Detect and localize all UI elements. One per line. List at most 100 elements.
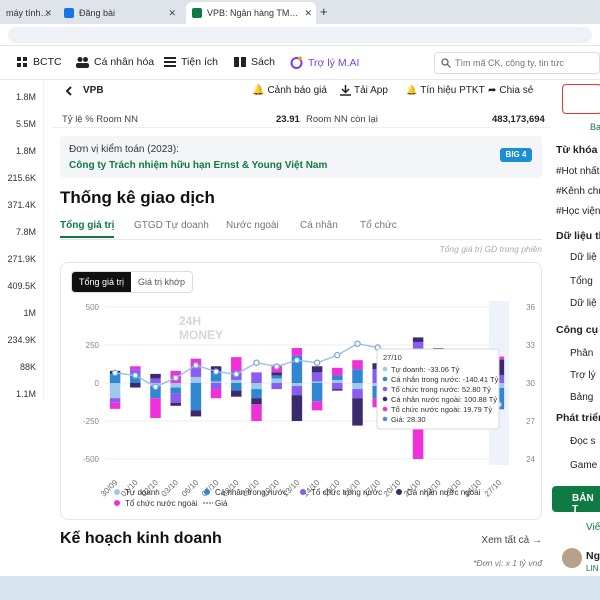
bar-segment [130,383,141,388]
bar-segment [311,401,323,411]
button-label: Tải App [354,85,388,96]
tab-label: Đăng bài [79,8,116,18]
volume-value: 1.1M [15,389,36,399]
foreign-room-row: Tỷ lệ % Room NN 23.91 Room NN còn lại 48… [52,110,550,128]
tooltip-line: Tự doanh: -33.06 Tỷ [391,365,460,374]
bar-segment [271,372,282,376]
legend-swatch [396,489,402,495]
tab-individual[interactable]: Cá nhân [300,220,338,231]
watermark-top: 24H [179,314,201,328]
rc-link[interactable]: Game [570,460,597,471]
see-all-link[interactable]: Xem tất cả → [481,535,542,546]
book-icon [234,57,246,67]
bar-segment [352,369,363,383]
bar-segment [412,425,424,459]
bar-segment [170,383,181,388]
bottom-strip [0,576,600,600]
rc-link[interactable]: Dữ liệ [570,298,597,309]
nav-label: Tiện ích [181,56,218,68]
bar-segment [332,389,343,391]
search-box[interactable] [434,52,600,74]
room-value: 23.91 [276,114,300,125]
legend-label: Tổ chức trong nước [311,488,382,497]
nav-utilities[interactable]: Tiện ích [164,56,218,68]
bar-segment [332,383,343,390]
trade-subtabs: Tổng giá trị GTGD Tự doanh Nước ngoài Cá… [60,218,542,240]
bar-segment [190,376,202,383]
price-alert-button[interactable]: 🔔 Cảnh báo giá [252,85,327,96]
bar-segment [210,381,222,383]
back-button[interactable]: VPB [64,85,104,96]
technical-signal-button[interactable]: 🔔 Tín hiệu PTKT [406,85,485,96]
nav-ai-assistant[interactable]: Trợ lý M.AI [290,56,359,69]
rc-link[interactable]: Phân [570,348,593,359]
rc-link[interactable]: Đọc s [570,436,596,447]
close-icon[interactable]: ✕ [44,8,52,19]
volume-value: 234.9K [7,335,36,345]
tooltip-dot [382,386,388,392]
nav-books[interactable]: Sách [234,56,275,68]
bar-segment [271,383,282,390]
bar-segment [352,383,363,390]
tab-foreign[interactable]: Nước ngoài [226,220,279,231]
nav-label: BCTC [33,56,62,68]
volume-value: 1.8M [15,146,36,156]
close-icon[interactable]: ✕ [168,8,176,19]
grid-icon [17,57,27,67]
rc-link[interactable]: Tổng [570,276,593,287]
bar-segment [130,366,141,370]
browser-tab[interactable]: máy tính, ... ✕ [0,2,56,24]
newsletter-button[interactable]: BẢN T [552,486,600,515]
tooltip-dot [382,406,388,412]
rc-tag[interactable]: #Học viện [556,206,600,217]
close-icon[interactable]: ✕ [304,8,312,19]
ticker-label: VPB [83,85,104,96]
y2-tick-label: 24 [526,455,535,464]
tab-institution[interactable]: Tổ chức [360,220,397,231]
trade-chart[interactable]: -500-2500250500242730333624HMONEY30/09 01… [61,263,543,521]
room-label: Tỷ lệ % Room NN [62,114,139,125]
bar-segment [332,375,343,380]
rc-link[interactable]: Dữ liệ [570,252,597,263]
bar-segment [231,357,242,371]
volume-value: 1M [23,308,36,318]
bar-segment [210,389,222,399]
rc-tag[interactable]: #Hot nhất [556,166,599,177]
bar-segment [109,398,121,403]
chevron-left-icon [65,85,72,96]
tooltip-date: 27/10 [383,353,402,362]
room-label: Room NN còn lại [306,114,378,125]
bar-segment [271,378,282,383]
nav-label: Cá nhân hóa [94,56,155,68]
bar-segment [190,383,202,411]
search-input[interactable] [455,58,595,68]
browser-tabbar: máy tính, ... ✕ Đăng bài ✕ VPB: Ngân hàn… [0,0,600,24]
share-button[interactable]: ➦ Chia sẻ [488,85,533,96]
volume-value: 88K [19,362,36,372]
browser-tab-active[interactable]: VPB: Ngân hàng TMCP Việt Nam... ✕ [186,2,316,24]
price-point [111,369,119,377]
rc-link[interactable]: Trợ lý [570,370,596,381]
bar-segment [170,387,181,394]
auditor-company[interactable]: Công ty Trách nhiệm hữu hạn Ernst & Youn… [69,160,327,171]
url-field[interactable] [8,27,592,43]
bar-segment [251,389,262,399]
rc-link[interactable]: Bảng [570,392,593,403]
bar-segment [150,373,161,379]
tooltip-line: Tổ chức nước ngoài: 19.79 Tỷ [391,405,492,414]
nav-personalize[interactable]: Cá nhân hóa [76,56,154,68]
phone-input[interactable] [562,84,600,114]
new-tab-button[interactable]: + [320,4,328,19]
register-link[interactable]: Ban [590,122,600,132]
rc-heading: Phát triển [556,412,600,424]
share-icon: ➦ [488,85,497,96]
browser-tab[interactable]: Đăng bài ✕ [58,2,180,24]
tab-total-value[interactable]: Tổng giá trị [60,220,115,238]
bar-segment [291,386,303,396]
nav-bctc[interactable]: BCTC [16,56,62,68]
bar-segment [231,379,242,383]
tab-proprietary[interactable]: GTGD Tự doanh [134,220,209,231]
download-app-button[interactable]: Tải App [340,85,388,96]
rc-write-link[interactable]: Viết [586,522,600,533]
rc-tag[interactable]: #Kênh chu [556,186,600,197]
